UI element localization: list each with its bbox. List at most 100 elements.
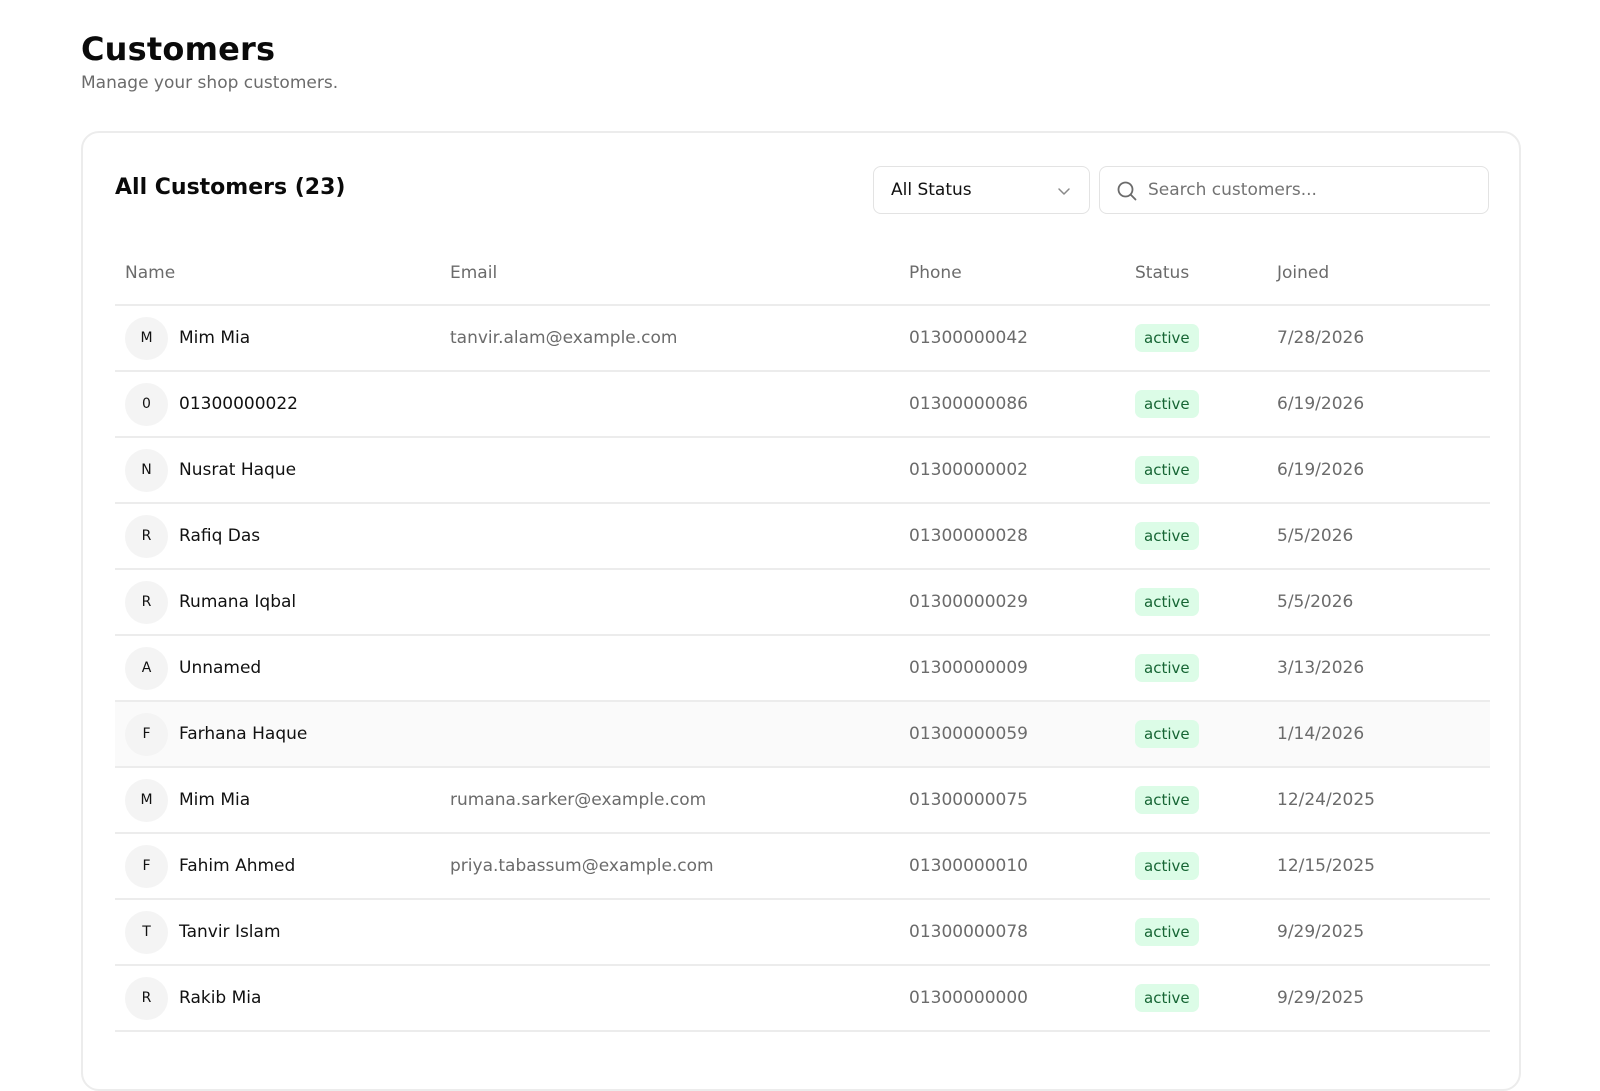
status-badge: active (1135, 918, 1199, 946)
name-cell: A Unnamed (115, 635, 440, 702)
table-header-row: Name Email Phone Status Joined (115, 242, 1490, 306)
table-row[interactable]: T Tanvir Islam 01300000078 active 9/29/2025 (115, 899, 1490, 966)
avatar: A (125, 646, 168, 690)
table-row[interactable]: N Nusrat Haque 01300000002 active 6/19/2026 (115, 437, 1490, 504)
customer-joined: 9/29/2025 (1267, 899, 1490, 966)
customer-name[interactable]: Rafiq Das (179, 526, 260, 546)
avatar: F (125, 844, 168, 888)
status-filter-dropdown[interactable]: All Status (873, 166, 1090, 214)
status-badge: active (1135, 522, 1199, 550)
page-title: Customers (81, 30, 276, 68)
customer-name[interactable]: Tanvir Islam (179, 922, 281, 942)
chevron-down-icon (1058, 188, 1070, 195)
customer-joined: 1/14/2026 (1267, 701, 1490, 768)
customer-email (440, 503, 899, 570)
customer-name[interactable]: Fahim Ahmed (179, 856, 295, 876)
customer-email (440, 965, 899, 1032)
status-cell: active (1125, 635, 1267, 702)
name-cell: N Nusrat Haque (115, 437, 440, 504)
customer-name[interactable]: Unnamed (179, 658, 261, 678)
customer-name[interactable]: 01300000022 (179, 394, 298, 414)
customer-name[interactable]: Farhana Haque (179, 724, 307, 744)
customer-email (440, 899, 899, 966)
column-header-joined[interactable]: Joined (1267, 242, 1490, 306)
page-subtitle: Manage your shop customers. (81, 73, 339, 93)
search-icon (1117, 181, 1137, 201)
table-row[interactable]: R Rumana Iqbal 01300000029 active 5/5/2026 (115, 569, 1490, 636)
name-cell: F Farhana Haque (115, 701, 440, 768)
status-badge: active (1135, 720, 1199, 748)
name-cell: R Rakib Mia (115, 965, 440, 1032)
name-cell: M Mim Mia (115, 767, 440, 834)
customer-email (440, 635, 899, 702)
customer-joined: 6/19/2026 (1267, 437, 1490, 504)
table-row[interactable]: 0 01300000022 01300000086 active 6/19/2026 (115, 371, 1490, 438)
customer-joined: 7/28/2026 (1267, 305, 1490, 372)
status-cell: active (1125, 569, 1267, 636)
avatar: R (125, 580, 168, 624)
customer-email (440, 437, 899, 504)
column-header-status[interactable]: Status (1125, 242, 1267, 306)
avatar: M (125, 316, 168, 360)
customers-page: Customers Manage your shop customers. Al… (0, 0, 1600, 1091)
status-cell: active (1125, 371, 1267, 438)
status-filter-value: All Status (891, 180, 972, 200)
table-row[interactable]: A Unnamed 01300000009 active 3/13/2026 (115, 635, 1490, 702)
avatar: F (125, 712, 168, 756)
table-row[interactable]: M Mim Mia rumana.sarker@example.com 0130000… (115, 767, 1490, 834)
customer-phone: 01300000010 (899, 833, 1125, 900)
customer-email: priya.tabassum@example.com (440, 833, 899, 900)
customer-name[interactable]: Mim Mia (179, 328, 250, 348)
avatar: 0 (125, 382, 168, 426)
customer-name[interactable]: Nusrat Haque (179, 460, 296, 480)
status-cell: active (1125, 767, 1267, 834)
status-cell: active (1125, 437, 1267, 504)
name-cell: R Rumana Iqbal (115, 569, 440, 636)
name-cell: F Fahim Ahmed (115, 833, 440, 900)
status-cell: active (1125, 305, 1267, 372)
search-input[interactable] (1148, 175, 1468, 205)
table-row[interactable]: M Mim Mia tanvir.alam@example.com 013000000… (115, 305, 1490, 372)
status-cell: active (1125, 503, 1267, 570)
customer-phone: 01300000002 (899, 437, 1125, 504)
customer-name[interactable]: Rumana Iqbal (179, 592, 296, 612)
customer-email: rumana.sarker@example.com (440, 767, 899, 834)
column-header-email[interactable]: Email (440, 242, 899, 306)
status-cell: active (1125, 899, 1267, 966)
status-badge: active (1135, 852, 1199, 880)
card-title: All Customers (23) (115, 175, 346, 200)
avatar: T (125, 910, 168, 954)
column-header-phone[interactable]: Phone (899, 242, 1125, 306)
name-cell: 0 01300000022 (115, 371, 440, 438)
name-cell: R Rafiq Das (115, 503, 440, 570)
customer-phone: 01300000086 (899, 371, 1125, 438)
avatar: M (125, 778, 168, 822)
customer-name[interactable]: Rakib Mia (179, 988, 261, 1008)
customer-phone: 01300000029 (899, 569, 1125, 636)
customer-email (440, 569, 899, 636)
customer-name[interactable]: Mim Mia (179, 790, 250, 810)
status-cell: active (1125, 965, 1267, 1032)
status-badge: active (1135, 654, 1199, 682)
name-cell: T Tanvir Islam (115, 899, 440, 966)
customer-joined: 5/5/2026 (1267, 569, 1490, 636)
customer-phone: 01300000075 (899, 767, 1125, 834)
table-row[interactable]: F Fahim Ahmed priya.tabassum@example.com 01… (115, 833, 1490, 900)
table-row[interactable]: R Rafiq Das 01300000028 active 5/5/2026 (115, 503, 1490, 570)
status-badge: active (1135, 324, 1199, 352)
customer-email (440, 701, 899, 768)
table-row[interactable]: R Rakib Mia 01300000000 active 9/29/2025 (115, 965, 1490, 1032)
customer-phone: 01300000042 (899, 305, 1125, 372)
customer-email (440, 371, 899, 438)
status-badge: active (1135, 456, 1199, 484)
table-row[interactable]: F Farhana Haque 01300000059 active 1/14/2026 (115, 701, 1490, 768)
status-cell: active (1125, 701, 1267, 768)
avatar: R (125, 976, 168, 1020)
status-badge: active (1135, 390, 1199, 418)
status-badge: active (1135, 786, 1199, 814)
column-header-name[interactable]: Name (115, 242, 440, 306)
customer-joined: 6/19/2026 (1267, 371, 1490, 438)
name-cell: M Mim Mia (115, 305, 440, 372)
customer-phone: 01300000009 (899, 635, 1125, 702)
customer-phone: 01300000078 (899, 899, 1125, 966)
